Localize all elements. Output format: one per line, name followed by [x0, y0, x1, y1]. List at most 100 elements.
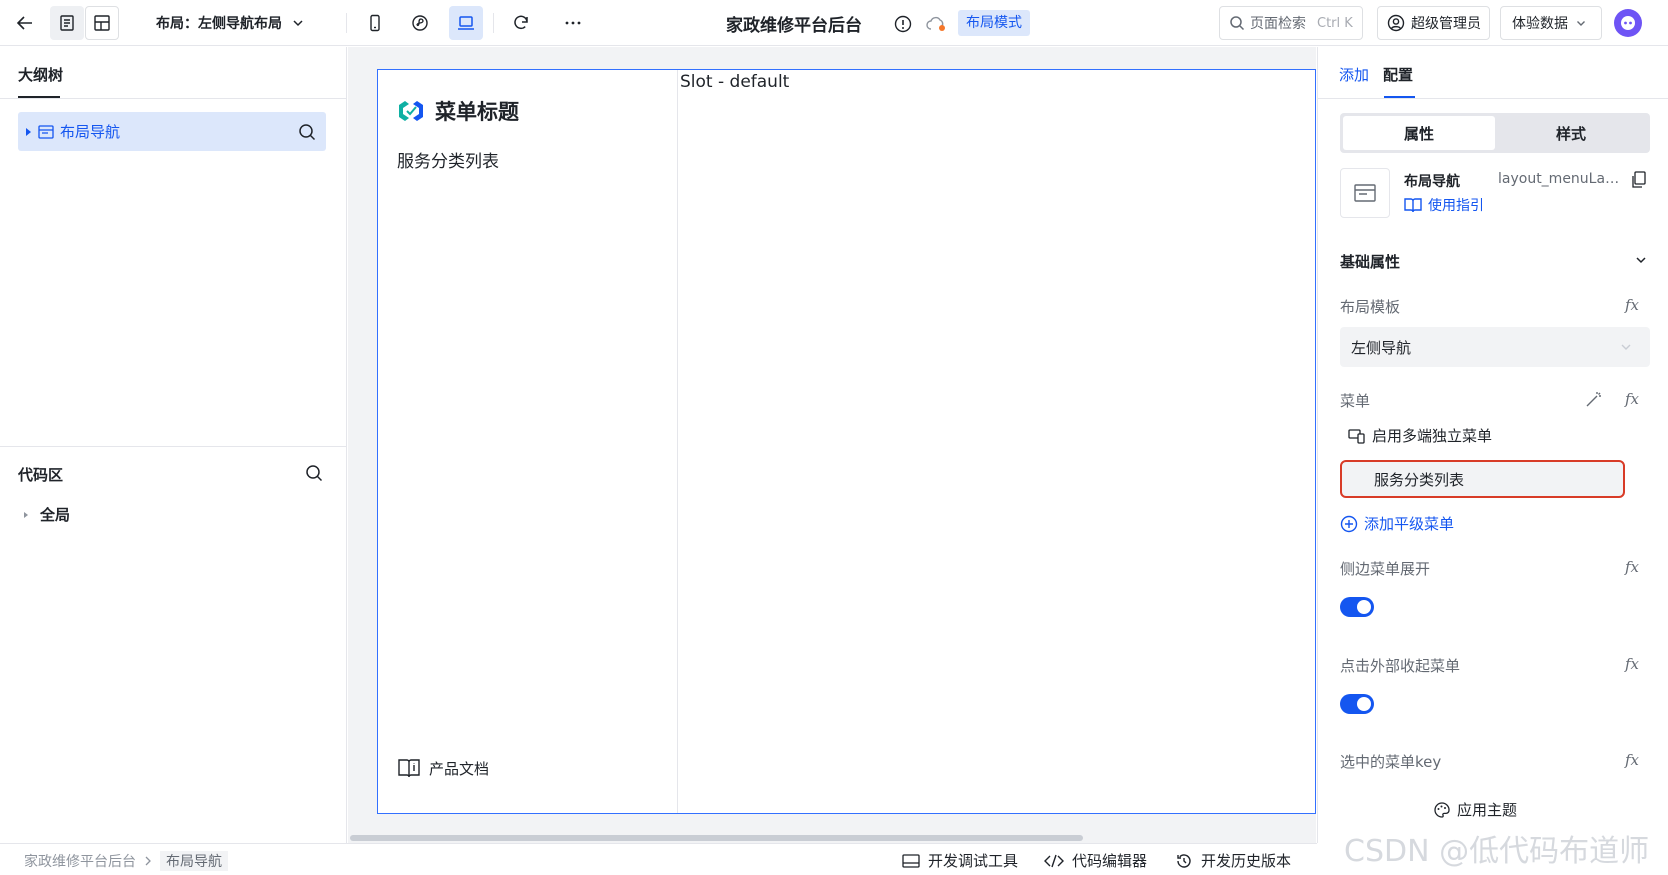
- mini-program-view-button[interactable]: [403, 6, 437, 40]
- menu-title: 菜单标题: [435, 100, 519, 124]
- horizontal-scrollbar[interactable]: [350, 835, 1083, 841]
- chevron-down-icon: [1636, 257, 1646, 264]
- laptop-icon: [458, 16, 474, 30]
- menu-label: 菜单: [1340, 392, 1371, 410]
- product-doc-label: 产品文档: [429, 759, 490, 778]
- segment-style[interactable]: 样式: [1495, 116, 1647, 150]
- user-icon: [1387, 14, 1405, 32]
- desktop-view-button[interactable]: [449, 6, 483, 40]
- code-icon: [1044, 854, 1064, 867]
- search-shortcut: Ctrl K: [1317, 15, 1353, 31]
- fx-button[interactable]: fx: [1625, 296, 1639, 314]
- tab-add[interactable]: 添加: [1339, 64, 1369, 85]
- config-panel: 添加 配置 属性 样式 布局导航 layout_menuLayout1 使用指引…: [1317, 47, 1668, 843]
- page-search-button[interactable]: 页面检索 Ctrl K: [1219, 6, 1363, 40]
- tab-config[interactable]: 配置: [1383, 64, 1413, 85]
- multi-terminal-menu-toggle[interactable]: 启用多端独立菜单: [1348, 425, 1492, 446]
- breadcrumb-current[interactable]: 布局导航: [160, 851, 228, 871]
- menu-entry-service-category[interactable]: 服务分类列表: [1340, 460, 1625, 498]
- history-icon: [1177, 853, 1191, 868]
- design-canvas: 菜单标题 服务分类列表 产品文档 Slot - default: [348, 47, 1316, 843]
- menu-header: 菜单标题: [397, 96, 519, 126]
- segment-properties[interactable]: 属性: [1343, 116, 1495, 150]
- back-arrow-icon: [16, 16, 32, 30]
- layout-component-icon: [1354, 184, 1376, 202]
- page-search-label: 页面检索: [1250, 16, 1306, 32]
- copy-id-button[interactable]: [1631, 171, 1647, 189]
- code-item-label: 全局: [40, 506, 71, 524]
- layout-selector[interactable]: 布局：左侧导航布局: [156, 11, 304, 35]
- fx-button[interactable]: fx: [1625, 390, 1639, 408]
- admin-button[interactable]: 超级管理员: [1377, 6, 1490, 40]
- mini-program-icon: [412, 15, 428, 31]
- add-sibling-menu-button[interactable]: 添加平级菜单: [1340, 513, 1454, 534]
- fx-button[interactable]: fx: [1625, 655, 1639, 673]
- watermark: CSDN @低代码布道师: [1344, 834, 1650, 869]
- more-button[interactable]: [556, 6, 590, 40]
- layout-template-value: 左侧导航: [1351, 338, 1412, 357]
- divider: [346, 13, 347, 33]
- chevron-right-icon: [145, 856, 151, 866]
- layout-nav-component[interactable]: 菜单标题 服务分类列表 产品文档 Slot - default: [377, 69, 1316, 814]
- app-theme-button[interactable]: 应用主题: [1433, 799, 1517, 820]
- layout-component-icon: [38, 124, 54, 139]
- palette-icon: [1434, 801, 1450, 818]
- refresh-icon: [514, 15, 528, 30]
- click-outside-collapse-switch[interactable]: [1340, 694, 1374, 714]
- layout-icon: [94, 15, 110, 31]
- cloud-sync-icon: [926, 16, 945, 31]
- layout-button[interactable]: [85, 6, 119, 40]
- layout-template-select[interactable]: 左侧导航: [1340, 327, 1650, 367]
- code-item-global[interactable]: 全局: [22, 504, 70, 525]
- usage-guide-link[interactable]: 使用指引: [1404, 195, 1484, 215]
- info-icon: [894, 15, 912, 33]
- debug-tool-button[interactable]: 开发调试工具: [902, 850, 1018, 871]
- page-list-icon: [60, 15, 74, 31]
- mobile-icon: [370, 14, 380, 32]
- search-icon: [299, 124, 316, 141]
- page-list-button[interactable]: [50, 6, 84, 40]
- divider: [0, 98, 346, 99]
- refresh-button[interactable]: [504, 6, 538, 40]
- layout-selector-label: 布局：左侧导航布局: [156, 16, 282, 32]
- click-outside-collapse-label: 点击外部收起菜单: [1340, 657, 1461, 675]
- history-label: 开发历史版本: [1201, 852, 1292, 870]
- layout-mode-badge[interactable]: 布局模式: [958, 10, 1030, 36]
- assistant-avatar[interactable]: [1614, 9, 1642, 37]
- code-editor-button[interactable]: 代码编辑器: [1044, 850, 1147, 871]
- magic-edit-button[interactable]: [1585, 390, 1603, 408]
- code-search-button[interactable]: [305, 464, 323, 482]
- config-tabs: 添加 配置: [1339, 64, 1413, 85]
- back-button[interactable]: [8, 6, 42, 40]
- chevron-down-icon: [293, 20, 303, 27]
- app-logo-icon: [399, 101, 423, 121]
- tree-item-layout-nav[interactable]: 布局导航: [18, 112, 326, 151]
- mobile-view-button[interactable]: [358, 6, 392, 40]
- outline-panel: 大纲树 布局导航 代码区 全局: [0, 47, 347, 843]
- fx-button[interactable]: fx: [1625, 751, 1639, 769]
- side-menu-expand-switch[interactable]: [1340, 597, 1374, 617]
- code-editor-label: 代码编辑器: [1072, 852, 1148, 870]
- slot-default[interactable]: Slot - default: [680, 72, 789, 92]
- breadcrumb-root[interactable]: 家政维修平台后台: [24, 851, 136, 871]
- cloud-sync-status[interactable]: [925, 14, 947, 34]
- divider: [0, 446, 346, 447]
- admin-label: 超级管理员: [1411, 16, 1481, 32]
- product-doc-link[interactable]: 产品文档: [397, 757, 489, 779]
- tree-item-label: 布局导航: [60, 123, 121, 141]
- status-bar: 家政维修平台后台 布局导航 开发调试工具 代码编辑器 开发历史版本: [0, 843, 1317, 875]
- add-sibling-menu-label: 添加平级菜单: [1364, 515, 1455, 533]
- app-root: 布局：左侧导航布局 家政维修平台后台 布局模式 页面检索 Ctrl K 超级管理…: [0, 0, 1668, 875]
- property-style-switch: 属性 样式: [1340, 113, 1650, 153]
- experience-data-dropdown[interactable]: 体验数据: [1500, 6, 1602, 40]
- basic-props-section[interactable]: 基础属性: [1340, 251, 1400, 272]
- fx-button[interactable]: fx: [1625, 558, 1639, 576]
- chevron-down-icon: [1621, 344, 1631, 350]
- breadcrumb: 家政维修平台后台 布局导航: [24, 851, 228, 871]
- tree-search-button[interactable]: [298, 123, 316, 141]
- side-menu: 菜单标题 服务分类列表 产品文档: [378, 70, 678, 813]
- collapse-button[interactable]: [1635, 255, 1647, 265]
- info-button[interactable]: [893, 14, 913, 34]
- history-button[interactable]: 开发历史版本: [1175, 850, 1291, 871]
- menu-item-service-category[interactable]: 服务分类列表: [397, 147, 499, 172]
